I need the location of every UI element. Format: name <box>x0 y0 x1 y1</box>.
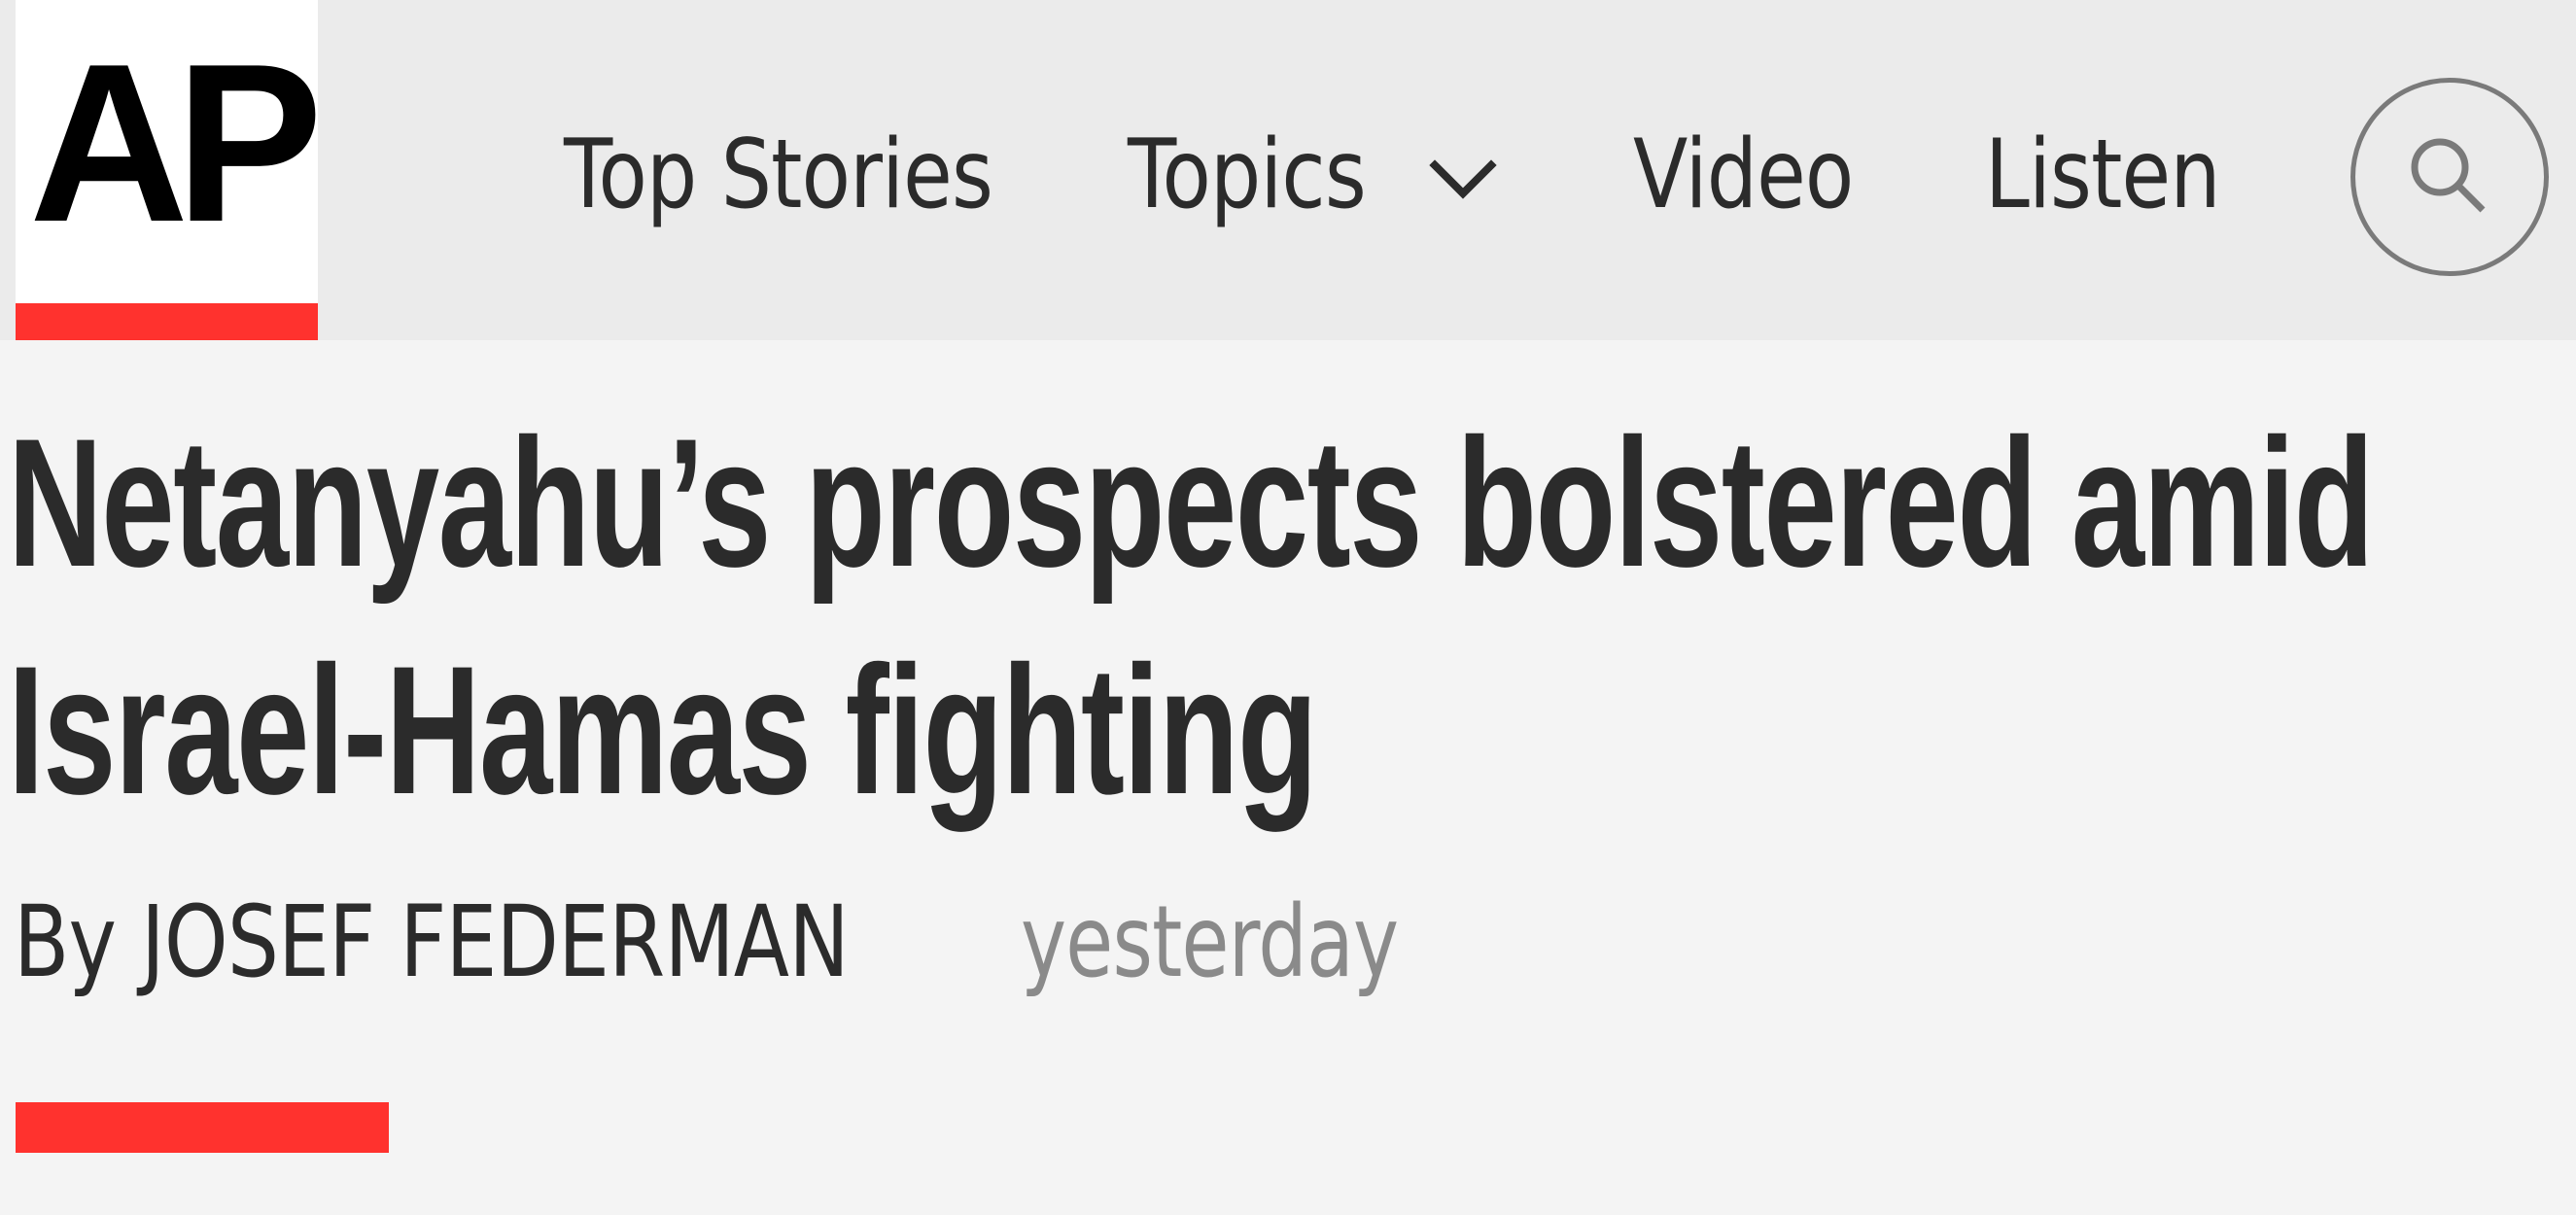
chevron-down-icon[interactable] <box>1429 146 1497 214</box>
author-link[interactable]: JOSEF FEDERMAN <box>141 885 850 1000</box>
ap-logo-text: AP <box>29 17 323 269</box>
nav-topics[interactable]: Topics <box>1128 117 1367 233</box>
nav-top-stories[interactable]: Top Stories <box>564 117 993 233</box>
accent-divider <box>16 1102 389 1153</box>
nav-listen[interactable]: Listen <box>1985 117 2221 233</box>
search-icon <box>2411 138 2486 213</box>
byline: By JOSEF FEDERMAN <box>14 885 850 1001</box>
logo-accent-bar <box>16 303 318 340</box>
search-button[interactable] <box>2350 78 2549 276</box>
nav-video[interactable]: Video <box>1633 117 1854 233</box>
article-headline: Netanyahu’s prospects bolstered amid Isr… <box>8 400 2374 832</box>
ap-logo[interactable]: AP <box>16 0 323 340</box>
article-timestamp: yesterday <box>1021 885 1399 1000</box>
site-header: AP Top Stories Topics Video Listen <box>0 0 2576 340</box>
byline-prefix: By <box>14 885 117 1000</box>
